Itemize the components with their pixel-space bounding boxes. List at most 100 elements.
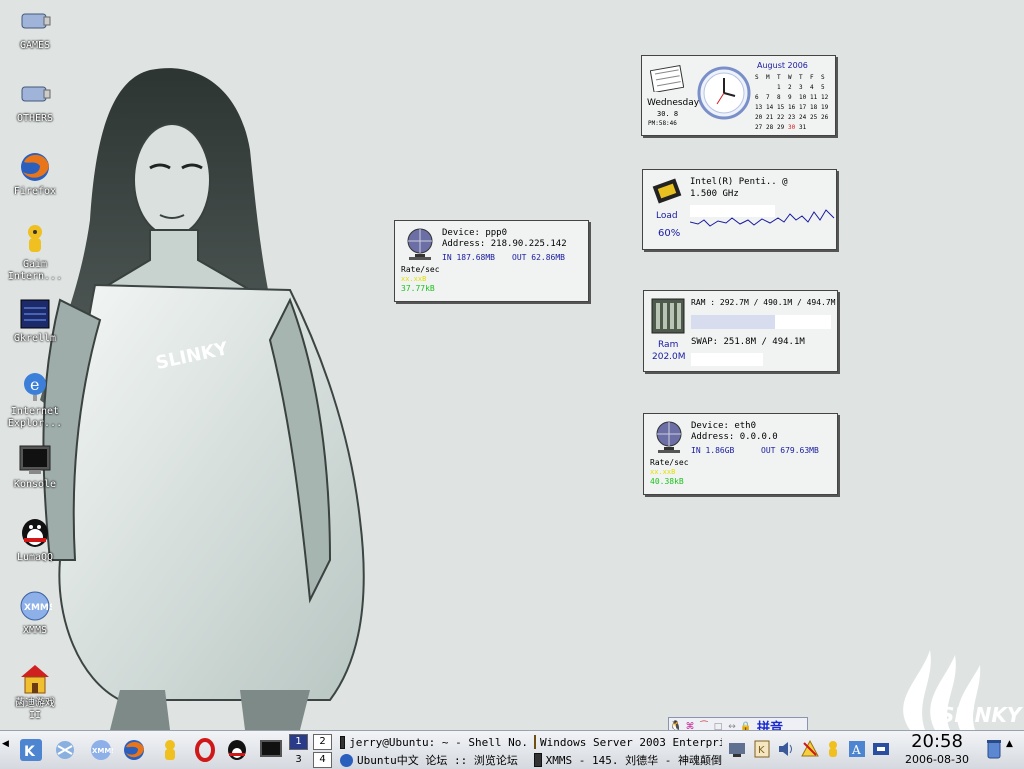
eth0-device: Device: eth0	[691, 421, 757, 431]
calendar-day[interactable]: 1	[777, 83, 788, 93]
svg-text:e: e	[30, 375, 39, 394]
trash-icon[interactable]	[984, 739, 1004, 759]
desktop-icon-label: Gaim Intern...	[7, 259, 63, 282]
browser-globe-icon	[340, 753, 353, 767]
weekday-text: Wednesday	[647, 98, 700, 108]
calendar-day[interactable]: 15	[777, 103, 788, 113]
task-shell[interactable]: jerry@Ubuntu: ~ - Shell No.	[340, 734, 528, 750]
network-launcher-icon[interactable]	[52, 737, 78, 763]
ppp0-rate-in: xx.xxB	[401, 275, 427, 283]
taskbar: K XMMS 1 2 3 4 jerry@Ubuntu: ~ - Shell N…	[0, 730, 1024, 769]
calendar-day[interactable]: 20	[755, 113, 766, 123]
desktop-icon-firefox[interactable]: Firefox	[0, 150, 70, 198]
calendar-day[interactable]: 11	[810, 93, 821, 103]
date-text: 30. 8	[657, 110, 679, 118]
calendar-day[interactable]	[766, 83, 777, 93]
task-windows-server[interactable]: Windows Server 2003 Enterpri	[534, 734, 722, 750]
desktop-icon-internet-explorer[interactable]: e Internet Explor...	[0, 370, 70, 430]
calendar-day[interactable]	[755, 83, 766, 93]
analog-clock	[697, 66, 751, 124]
slinky-logo-text: SLINKY	[940, 703, 1024, 727]
desktop-icon-konsole[interactable]: Konsole	[0, 443, 70, 491]
calendar-day[interactable]: 28	[766, 123, 777, 133]
calendar-day[interactable]: 25	[810, 113, 821, 123]
qq-launcher-icon[interactable]	[224, 737, 250, 763]
cpu-freq: 1.500 GHz	[690, 189, 739, 199]
calendar-day[interactable]	[810, 123, 821, 133]
task-label: Ubuntu中文 论坛 :: 浏览论坛	[357, 754, 518, 767]
konsole-launcher-icon[interactable]	[258, 737, 284, 763]
ram-chip-icon	[650, 297, 686, 339]
internet-explorer-icon: e	[17, 370, 53, 404]
pager-desktop-3[interactable]: 3	[289, 752, 308, 768]
calendar-day[interactable]: 31	[799, 123, 810, 133]
puzzle-tray-icon[interactable]	[871, 739, 891, 759]
calendar-day[interactable]: 4	[810, 83, 821, 93]
task-xmms[interactable]: XMMS - 145. 刘德华 - 神魂颠倒	[534, 752, 722, 768]
calendar-day[interactable]: 23	[788, 113, 799, 123]
calendar-day-header: T	[777, 74, 781, 81]
desktop-icon-gkrellm[interactable]: Gkrellm	[0, 297, 70, 345]
desktop-icon-xmms[interactable]: XMMS XMMS	[0, 589, 70, 637]
gaim-launcher-icon[interactable]	[157, 737, 183, 763]
calendar-day[interactable]: 6	[755, 93, 766, 103]
calendar-day[interactable]: 2	[788, 83, 799, 93]
calendar-day[interactable]: 8	[777, 93, 788, 103]
calendar-day[interactable]: 16	[788, 103, 799, 113]
kde-menu-button[interactable]: K	[18, 737, 44, 763]
panel-hide-arrow-left[interactable]: ◀	[2, 739, 12, 761]
calendar-day[interactable]: 24	[799, 113, 810, 123]
task-ubuntu-forum[interactable]: Ubuntu中文 论坛 :: 浏览论坛	[340, 752, 528, 768]
xmms-launcher-icon[interactable]: XMMS	[88, 737, 114, 763]
ram-label: Ram	[658, 340, 679, 350]
desktop-icon-game-home[interactable]: 菡迪游戏 II	[0, 662, 70, 722]
pager-desktop-2[interactable]: 2	[313, 734, 332, 750]
desktop-icon-games[interactable]: GAMES	[0, 4, 70, 52]
calendar-day[interactable]: 12	[821, 93, 832, 103]
calendar-icon	[649, 62, 685, 96]
pager-desktop-4[interactable]: 4	[313, 752, 332, 768]
firefox-launcher-icon[interactable]	[121, 737, 147, 763]
calendar-day[interactable]: 18	[810, 103, 821, 113]
calendar-day[interactable]: 21	[766, 113, 777, 123]
calendar-day[interactable]: 14	[766, 103, 777, 113]
calendar-day-header: W	[788, 74, 792, 81]
calendar-day[interactable]: 22	[777, 113, 788, 123]
calendar-day[interactable]: 27	[755, 123, 766, 133]
network-ppp0-widget: Device: ppp0 Address: 218.90.225.142 IN …	[394, 220, 589, 302]
pager-desktop-1[interactable]: 1	[289, 734, 308, 750]
calendar-day[interactable]: 5	[821, 83, 832, 93]
desktop-icon-label: 菡迪游戏 II	[15, 698, 55, 721]
desktop-icon-gaim[interactable]: Gaim Intern...	[0, 223, 70, 283]
network-tray-icon[interactable]	[727, 739, 747, 759]
klipper-tray-icon[interactable]: K	[752, 739, 772, 759]
ppp0-out: OUT 62.86MB	[512, 253, 565, 262]
calendar-day[interactable]: 9	[788, 93, 799, 103]
opera-launcher-icon[interactable]	[192, 737, 218, 763]
volume-icon[interactable]	[776, 739, 796, 759]
calendar-day[interactable]: 19	[821, 103, 832, 113]
panel-hide-arrow[interactable]: ▲	[1006, 739, 1016, 761]
calendar-day[interactable]: 30	[788, 123, 799, 133]
calendar-day[interactable]: 7	[766, 93, 777, 103]
usb-drive-icon	[17, 4, 53, 38]
text-input-tray-icon[interactable]: A	[847, 739, 867, 759]
calendar-day[interactable]: 17	[799, 103, 810, 113]
svg-text:XMMS: XMMS	[24, 603, 52, 613]
calendar-day[interactable]	[821, 123, 832, 133]
calendar-day[interactable]: 26	[821, 113, 832, 123]
desktop-icon-lumaqq[interactable]: LumaQQ	[0, 516, 70, 564]
calendar-day[interactable]: 10	[799, 93, 810, 103]
desktop-icon-others[interactable]: OTHERS	[0, 77, 70, 125]
ppp0-address: Address: 218.90.225.142	[442, 239, 567, 249]
gaim-tray-icon[interactable]	[823, 739, 843, 759]
time-text: PM:58:46	[648, 120, 677, 127]
clock[interactable]: 20:58 2006-08-30	[902, 731, 972, 767]
calendar-day[interactable]: 29	[777, 123, 788, 133]
calendar-day[interactable]: 13	[755, 103, 766, 113]
alert-tray-icon[interactable]	[800, 739, 820, 759]
calendar-day[interactable]: 3	[799, 83, 810, 93]
terminal-icon	[340, 735, 346, 749]
desktop-icon-label: LumaQQ	[16, 552, 54, 563]
calendar-month-title: August 2006	[757, 61, 808, 70]
